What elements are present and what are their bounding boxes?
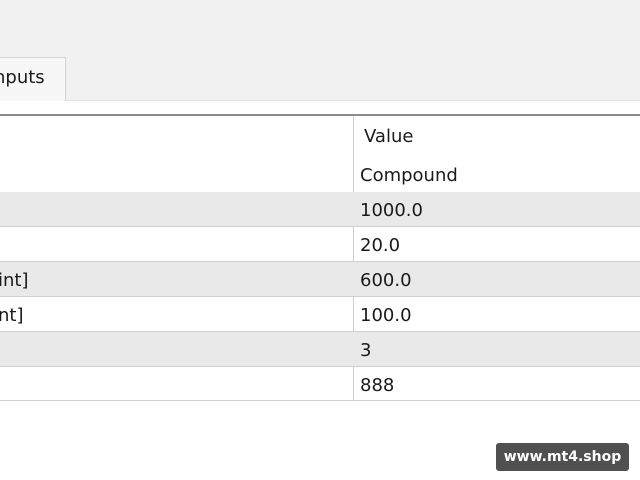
row-value[interactable]: 20.0	[360, 237, 400, 255]
tab-inputs[interactable]: nputs	[0, 57, 66, 101]
watermark-badge: www.mt4.shop	[496, 443, 629, 471]
row-name: nt]	[0, 305, 24, 326]
row-name: int]	[0, 270, 29, 291]
row-value[interactable]: 1000.0	[360, 202, 423, 220]
tab-baseline	[66, 100, 640, 101]
row-value[interactable]: 3	[360, 342, 371, 360]
table-header-row: Value	[0, 116, 640, 157]
inputs-table: Value Compound 1000.0 20.0 int] 600.0 nt…	[0, 114, 640, 401]
table-row[interactable]: 3	[0, 332, 640, 367]
table-row[interactable]: 20.0	[0, 227, 640, 262]
table-row[interactable]: nt] 100.0	[0, 297, 640, 332]
table-row[interactable]: 888	[0, 367, 640, 401]
row-value[interactable]: 888	[360, 377, 394, 395]
table-row[interactable]: Compound	[0, 157, 640, 192]
table-row[interactable]: 1000.0	[0, 192, 640, 227]
row-value[interactable]: 600.0	[360, 272, 412, 290]
value-column-header: Value	[364, 126, 414, 147]
title-bar-area	[0, 0, 640, 100]
table-row[interactable]: int] 600.0	[0, 262, 640, 297]
watermark-text: www.mt4.shop	[503, 449, 622, 465]
row-value[interactable]: Compound	[360, 167, 458, 185]
row-value[interactable]: 100.0	[360, 307, 412, 325]
tab-inputs-label: nputs	[0, 67, 45, 88]
